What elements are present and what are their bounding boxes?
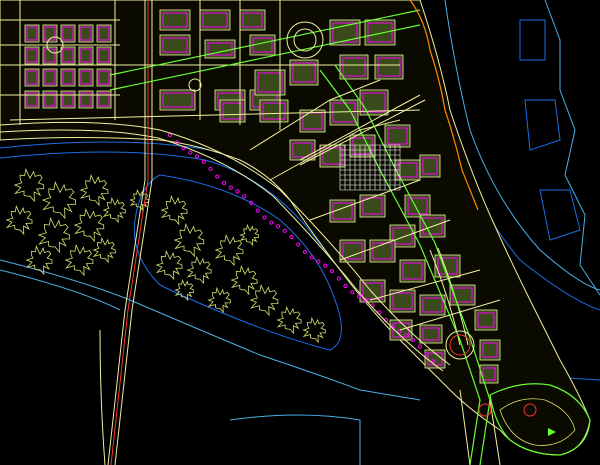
street-tree-symbol — [194, 154, 200, 159]
street-tree-symbol — [242, 194, 247, 199]
cad-drawing-viewport[interactable] — [0, 0, 600, 465]
street-tree-symbol — [356, 294, 362, 299]
tree-cluster — [25, 245, 53, 276]
road-line — [99, 329, 106, 465]
street-tree-symbol — [235, 189, 240, 194]
tree-cluster — [73, 208, 105, 243]
tree-cluster — [5, 205, 33, 236]
street-tree-symbol — [275, 224, 281, 229]
street-tree-symbol — [296, 242, 301, 247]
tree-cluster — [37, 216, 71, 254]
tree-cluster — [64, 244, 94, 277]
tree-cluster — [102, 196, 126, 224]
tree-cluster — [214, 234, 244, 267]
street-tree-symbol — [208, 166, 213, 171]
tree-cluster — [92, 236, 116, 264]
street-tree-symbol — [228, 185, 233, 190]
city-block — [374, 54, 404, 80]
tree-cluster — [173, 223, 205, 258]
tree-cluster — [79, 174, 109, 207]
city-block — [364, 19, 396, 46]
street-tree-symbol — [282, 228, 287, 233]
city-block — [289, 59, 319, 86]
tree-cluster — [41, 181, 77, 220]
street-tree-symbol — [215, 174, 220, 179]
tree-clusters — [5, 168, 326, 344]
tree-cluster — [160, 195, 188, 226]
street-tree-symbol — [329, 269, 335, 274]
street-tree-symbol — [269, 220, 274, 225]
tree-cluster — [302, 316, 326, 344]
street-tree-symbol — [316, 259, 321, 264]
tree-cluster — [174, 278, 195, 302]
street-tree-symbol — [323, 263, 328, 268]
river-bank-line — [544, 0, 600, 296]
street-tree-symbol — [262, 215, 267, 220]
street-tree-symbol — [302, 249, 308, 254]
cad-drawing-canvas[interactable] — [0, 0, 600, 465]
street-tree-symbol — [309, 255, 314, 260]
tree-cluster — [13, 168, 45, 203]
street-tree-symbol — [221, 180, 227, 186]
river-bank-line — [519, 19, 581, 241]
tree-cluster — [276, 306, 302, 335]
city-block — [339, 54, 369, 80]
street-tree-symbol — [289, 234, 294, 240]
street-tree-symbol — [336, 276, 341, 281]
street-tree-symbol — [188, 150, 193, 155]
tree-cluster — [230, 265, 258, 296]
tree-cluster — [186, 256, 212, 285]
river-bank-line — [229, 414, 361, 465]
street-tree-symbol — [343, 283, 348, 289]
tree-cluster — [239, 223, 260, 247]
tree-cluster — [155, 250, 183, 281]
street-tree-symbol — [350, 290, 355, 295]
street-tree-symbol — [201, 159, 206, 164]
street-tree-symbol — [255, 208, 260, 213]
